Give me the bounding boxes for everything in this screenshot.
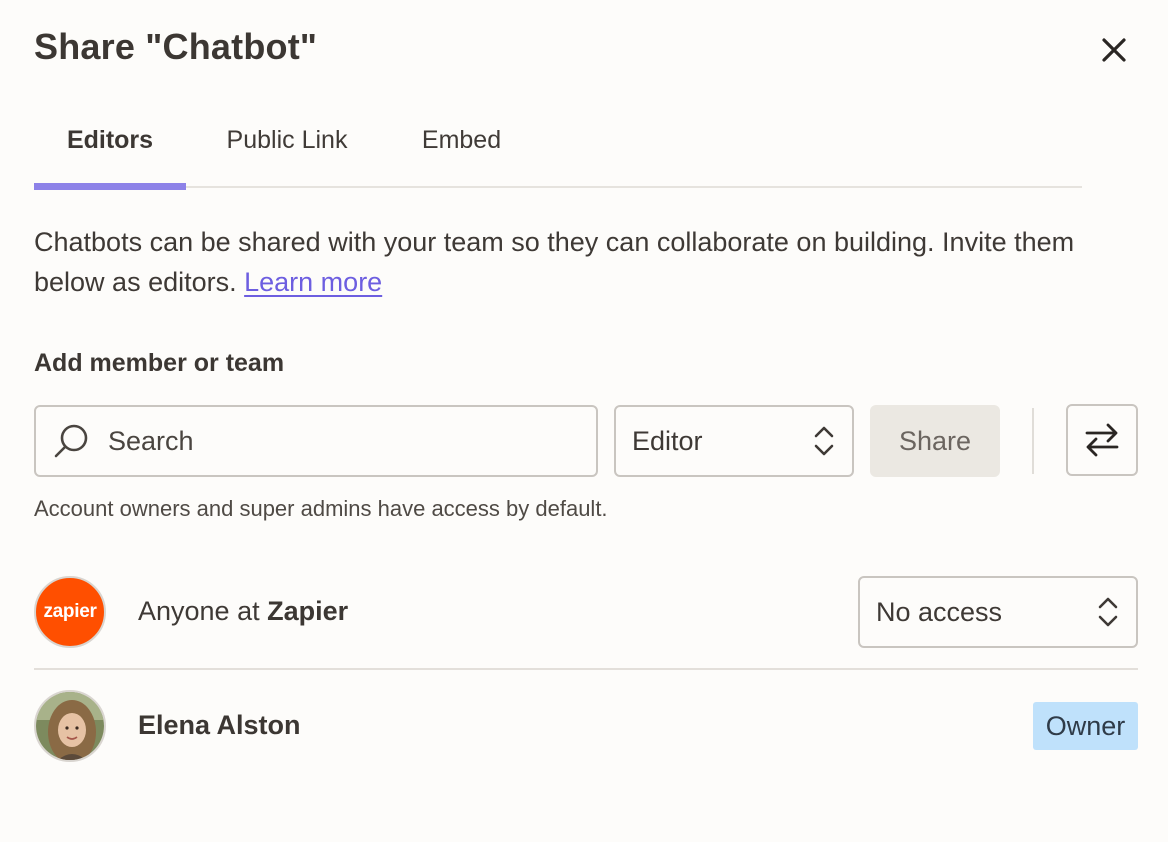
- share-dialog: Share "Chatbot" Editors Public Link Embe…: [0, 0, 1168, 842]
- row-divider: [34, 668, 1138, 670]
- description: Chatbots can be shared with your team so…: [34, 222, 1134, 302]
- transfer-button[interactable]: [1066, 404, 1138, 476]
- learn-more-link[interactable]: Learn more: [244, 267, 382, 297]
- close-button[interactable]: [1094, 30, 1134, 70]
- access-select[interactable]: No access: [858, 576, 1138, 648]
- role-select[interactable]: Editor: [614, 405, 854, 477]
- share-button[interactable]: Share: [870, 405, 1000, 477]
- close-icon: [1102, 38, 1126, 62]
- zapier-avatar: zapier: [34, 576, 106, 648]
- add-member-label: Add member or team: [34, 349, 285, 377]
- search-field[interactable]: [34, 405, 598, 477]
- chevron-up-down-icon: [814, 426, 834, 456]
- dialog-title: Share "Chatbot": [34, 26, 318, 67]
- swap-arrows-icon: [1085, 423, 1119, 457]
- divider: [1032, 408, 1034, 474]
- member-row-anyone: Anyone at Zapier: [138, 596, 348, 627]
- role-select-value: Editor: [632, 425, 703, 456]
- member-prefix: Anyone at: [138, 596, 268, 626]
- search-input[interactable]: [108, 425, 568, 457]
- tab-embed[interactable]: Embed: [419, 108, 504, 188]
- description-text: Chatbots can be shared with your team so…: [34, 227, 1075, 297]
- avatar: [34, 690, 106, 762]
- tab-bar: Editors Public Link Embed: [34, 108, 1082, 190]
- search-icon: [54, 424, 88, 458]
- access-select-value: No access: [876, 596, 1003, 627]
- user-photo: [36, 692, 104, 760]
- chevron-up-down-icon: [1098, 597, 1118, 627]
- zapier-logo: zapier: [43, 601, 97, 622]
- org-name: Zapier: [267, 596, 349, 626]
- role-badge: Owner: [1033, 702, 1138, 750]
- tab-public-link[interactable]: Public Link: [220, 108, 354, 188]
- member-name: Elena Alston: [138, 710, 301, 740]
- access-hint: Account owners and super admins have acc…: [34, 496, 608, 521]
- tab-editors[interactable]: Editors: [34, 108, 186, 190]
